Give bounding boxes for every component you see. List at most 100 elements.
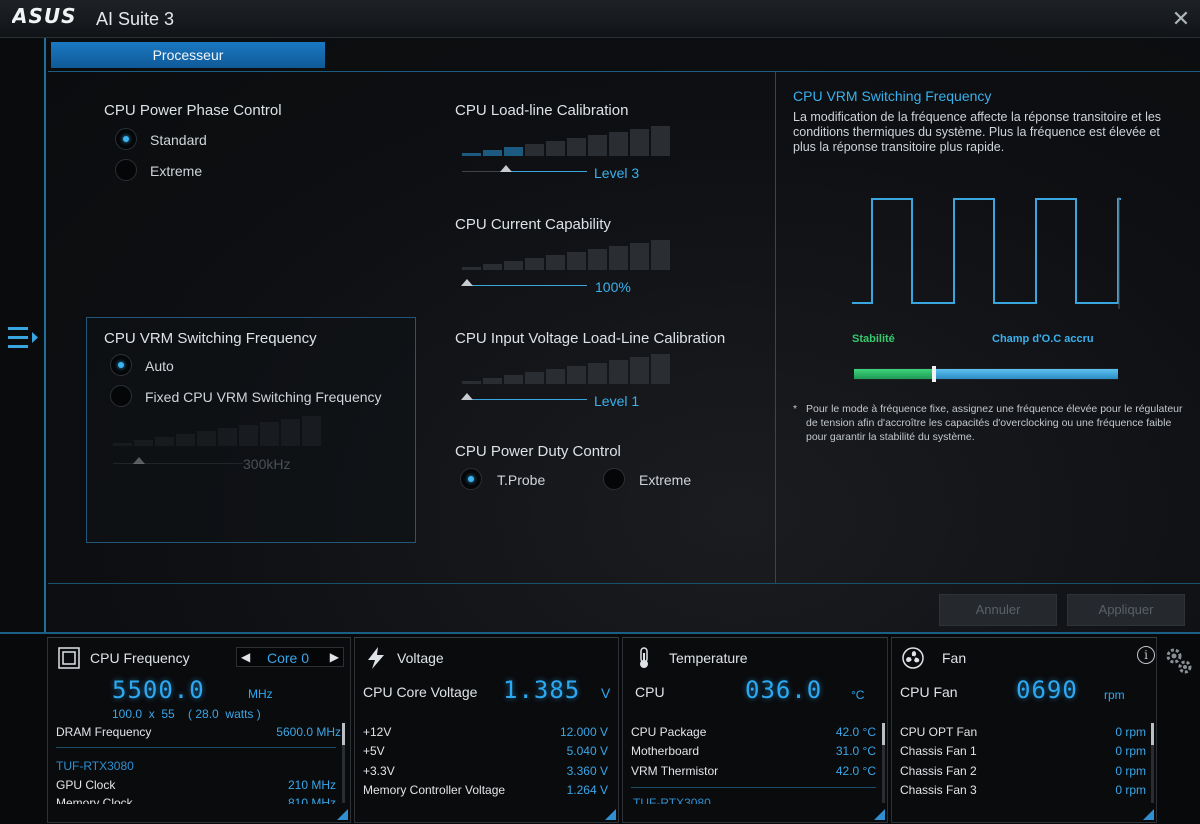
cpu-frequency-unit: MHz — [248, 687, 273, 701]
phase-control-title: CPU Power Phase Control — [104, 102, 282, 119]
ramp-step — [588, 249, 607, 270]
radio-duty-extreme[interactable] — [603, 468, 625, 490]
ramp-step — [567, 252, 586, 270]
core-next-icon[interactable]: ▶ — [330, 650, 339, 664]
row-label: DRAM Frequency — [56, 725, 152, 739]
scrollbar-thumb[interactable] — [342, 723, 345, 745]
ramp-step — [630, 243, 649, 270]
ramp-step — [504, 261, 523, 270]
row-label: VRM Thermistor — [631, 764, 719, 778]
close-icon[interactable]: ✕ — [1168, 6, 1194, 32]
temperature-panel[interactable]: Temperature CPU 036.0 °C CPU Package 42.… — [622, 637, 888, 823]
apply-button[interactable]: Appliquer — [1067, 594, 1185, 626]
scrollbar[interactable] — [342, 723, 345, 803]
tab-processeur[interactable]: Processeur — [51, 42, 325, 68]
vrm-frequency-value: 300kHz — [243, 456, 291, 472]
voltage-row-3v3: +3.3V 3.360 V — [363, 764, 608, 780]
voltage-panel[interactable]: Voltage CPU Core Voltage 1.385 V +12V 12… — [354, 637, 619, 823]
row-label: Chassis Fan 3 — [900, 783, 977, 797]
ramp-step — [630, 357, 649, 384]
row-label: CPU Package — [631, 725, 707, 739]
settings-gears-icon[interactable] — [1162, 644, 1196, 678]
ramp-step — [651, 240, 670, 270]
row-value: 42.0 °C — [835, 764, 876, 778]
oc-segment — [934, 369, 1118, 379]
title-bar: ASUS AI Suite 3 ✕ — [0, 0, 1200, 38]
stability-segment — [854, 369, 934, 379]
current-capability-track-active — [468, 285, 587, 286]
temperature-title: Temperature — [669, 650, 748, 666]
row-value: 0 rpm — [1115, 744, 1146, 758]
current-capability-thumb[interactable] — [461, 279, 473, 286]
vrm-frequency-thumb[interactable] — [133, 457, 145, 464]
ramp-step — [546, 141, 565, 156]
expand-corner-icon[interactable] — [605, 809, 616, 820]
svg-text:ASUS: ASUS — [12, 5, 77, 27]
cpu-core-voltage-label: CPU Core Voltage — [363, 684, 478, 700]
duty-control-title: CPU Power Duty Control — [455, 443, 621, 460]
memory-clock-row: Memory Clock 810 MHz — [56, 796, 336, 804]
fan-row-chassis3: Chassis Fan 3 0 rpm — [900, 783, 1146, 799]
vrm-frequency-ramp — [113, 416, 323, 446]
ramp-step — [504, 147, 523, 156]
row-label: Memory Controller Voltage — [363, 783, 506, 797]
voltage-row-12v: +12V 12.000 V — [363, 725, 608, 741]
cpu-frequency-title: CPU Frequency — [90, 650, 190, 666]
cancel-button[interactable]: Annuler — [939, 594, 1057, 626]
row-label: Chassis Fan 2 — [900, 764, 977, 778]
current-capability-title: CPU Current Capability — [455, 216, 611, 233]
radio-phase-standard[interactable] — [115, 128, 137, 150]
input-llc-thumb[interactable] — [461, 393, 473, 400]
ramp-step — [462, 381, 481, 384]
gpu-clock-row: GPU Clock 210 MHz — [56, 778, 336, 794]
scrollbar[interactable] — [882, 723, 885, 803]
expand-corner-icon[interactable] — [874, 809, 885, 820]
ramp-step — [609, 246, 628, 270]
temp-row-vrm: VRM Thermistor 42.0 °C — [631, 764, 876, 780]
info-note: * Pour le mode à fréquence fixe, assigne… — [793, 402, 1193, 444]
row-value: 0 rpm — [1115, 725, 1146, 739]
temp-unit: °C — [851, 688, 865, 702]
llc-thumb[interactable] — [500, 165, 512, 172]
ramp-step — [546, 255, 565, 270]
core-selector[interactable]: ◀ Core 0 ▶ — [236, 647, 344, 667]
asus-logo: ASUS — [10, 4, 84, 33]
expand-corner-icon[interactable] — [337, 809, 348, 820]
cpu-frequency-detail: 100.0 x 55 ( 28.0 watts ) — [112, 707, 261, 721]
voltage-unit: V — [601, 685, 611, 701]
row-label: GPU Clock — [56, 778, 116, 792]
scrollbar-thumb[interactable] — [1151, 723, 1154, 745]
row-value: 3.360 V — [566, 764, 608, 778]
row-label: Motherboard — [631, 744, 700, 758]
scrollbar-thumb[interactable] — [882, 723, 885, 745]
left-rail — [0, 38, 46, 632]
expand-corner-icon[interactable] — [1143, 809, 1154, 820]
ramp-step — [483, 264, 502, 270]
radio-phase-standard-label: Standard — [150, 132, 207, 148]
monitor-dashboard: CPU Frequency ◀ Core 0 ▶ 5500.0 MHz 100.… — [0, 632, 1200, 824]
info-icon[interactable]: i — [1137, 646, 1155, 664]
radio-duty-tprobe[interactable] — [460, 468, 482, 490]
fan-panel[interactable]: Fan i CPU Fan 0690 rpm CPU OPT Fan 0 rpm… — [891, 637, 1157, 823]
ramp-step — [567, 138, 586, 156]
cpu-frequency-panel[interactable]: CPU Frequency ◀ Core 0 ▶ 5500.0 MHz 100.… — [47, 637, 351, 823]
menu-expand-icon[interactable] — [6, 324, 42, 352]
ramp-step — [588, 363, 607, 384]
llc-track-active — [510, 171, 587, 172]
radio-vrm-fixed[interactable] — [110, 385, 132, 407]
radio-phase-extreme[interactable] — [115, 159, 137, 181]
ramp-step — [588, 135, 607, 156]
voltage-row-5v: +5V 5.040 V — [363, 744, 608, 760]
core-prev-icon[interactable]: ◀ — [241, 650, 250, 664]
row-value: 0 rpm — [1115, 783, 1146, 797]
cpu-fan-value: 0690 — [1016, 676, 1078, 704]
fan-unit: rpm — [1104, 688, 1125, 702]
radio-vrm-auto[interactable] — [110, 354, 132, 376]
divider — [56, 747, 336, 748]
row-value: 5600.0 MHz — [276, 725, 341, 739]
row-label: +12V — [363, 725, 392, 739]
scrollbar[interactable] — [1151, 723, 1154, 803]
divider — [48, 583, 1200, 584]
main-content: Processeur CPU Power Phase Control Stand… — [48, 38, 1200, 632]
ramp-step — [525, 258, 544, 270]
